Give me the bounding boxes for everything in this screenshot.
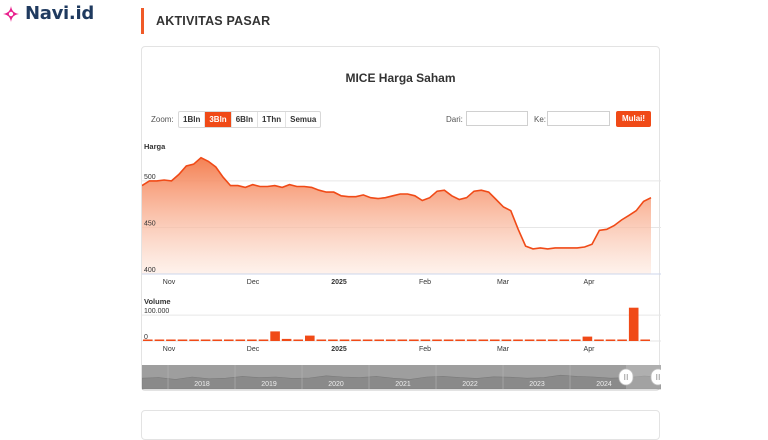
price-x-tick-label: Mar <box>497 279 510 286</box>
volume-bar <box>640 339 650 341</box>
volume-bar <box>293 339 303 341</box>
volume-bar <box>362 339 373 341</box>
volume-bar <box>455 339 465 341</box>
volume-bar <box>339 339 350 341</box>
volume-bar <box>351 339 361 341</box>
navigator-year-label: 2019 <box>261 381 277 388</box>
volume-bar <box>177 339 188 341</box>
volume-bar <box>397 339 408 341</box>
navigator-year-label: 2018 <box>194 381 210 388</box>
price-area-fill <box>142 157 651 274</box>
navigator-year-label: 2020 <box>328 381 344 388</box>
market-chart-card: MICE Harga Saham Zoom: 1Bln 3Bln 6Bln 1T… <box>141 46 661 392</box>
price-x-tick-label: Apr <box>584 279 596 286</box>
volume-bar <box>628 307 639 341</box>
volume-bar <box>247 339 257 341</box>
navigator-year-label: 2023 <box>529 381 545 388</box>
volume-bar <box>559 339 570 341</box>
section-title: AKTIVITAS PASAR <box>141 8 270 34</box>
volume-bar <box>582 336 593 341</box>
volume-bar <box>513 339 523 341</box>
volume-x-tick-label: Apr <box>584 346 596 353</box>
price-axis-title: Harga <box>144 142 166 151</box>
volume-bar <box>258 339 269 341</box>
volume-bar <box>466 339 477 341</box>
volume-bar <box>235 339 246 341</box>
price-tick-label: 500 <box>144 174 156 181</box>
navigator-left-handle[interactable] <box>618 368 634 386</box>
volume-bar <box>443 339 454 341</box>
volume-x-tick-label: 2025 <box>331 346 347 353</box>
volume-bar <box>154 339 165 341</box>
volume-bar <box>571 339 581 341</box>
volume-bar <box>617 339 627 341</box>
volume-bar <box>490 339 500 341</box>
price-x-tick-label: 2025 <box>331 279 347 286</box>
price-x-tick-label: Nov <box>163 279 176 286</box>
volume-bar <box>594 339 604 341</box>
volume-bar <box>420 339 431 341</box>
navigator-year-label: 2021 <box>395 381 411 388</box>
volume-bar <box>200 339 211 341</box>
volume-bar <box>328 339 338 341</box>
navigator-year-label: 2024 <box>596 381 612 388</box>
brand-logo[interactable]: Navi.id <box>2 3 94 24</box>
volume-bar <box>281 338 292 341</box>
volume-bar <box>501 339 512 341</box>
volume-tick-label: 0 <box>144 334 148 341</box>
next-card <box>141 410 660 440</box>
volume-bar <box>432 339 442 341</box>
volume-bar <box>305 335 315 341</box>
volume-x-tick-label: Mar <box>497 346 510 353</box>
volume-bar <box>270 331 280 341</box>
volume-bar <box>212 339 222 341</box>
volume-bar <box>374 339 384 341</box>
volume-bar <box>189 339 199 341</box>
volume-x-tick-label: Dec <box>247 346 260 353</box>
price-tick-label: 450 <box>144 220 156 227</box>
price-tick-label: 400 <box>144 267 156 274</box>
volume-x-tick-label: Nov <box>163 346 176 353</box>
volume-bar <box>478 339 489 341</box>
brand-name: Navi.id <box>25 3 94 24</box>
navigator-bar[interactable]: 2018 2019 2020 2021 2022 2023 2024 <box>142 365 661 390</box>
volume-bar <box>547 339 558 341</box>
volume-bar <box>166 339 176 341</box>
volume-bar <box>409 339 419 341</box>
volume-bar <box>524 339 535 341</box>
volume-bar <box>605 339 616 341</box>
navigator-year-label: 2022 <box>462 381 478 388</box>
price-x-tick-label: Feb <box>419 279 431 286</box>
stock-chart[interactable]: Harga 400 450 500 Nov Dec 2025 Feb Mar Apr Volu… <box>142 47 661 392</box>
volume-tick-label: 100.000 <box>144 308 169 315</box>
volume-bar <box>224 339 234 341</box>
price-x-tick-label: Dec <box>247 279 260 286</box>
volume-bar <box>316 339 327 341</box>
volume-x-tick-label: Feb <box>419 346 431 353</box>
volume-axis-title: Volume <box>144 297 171 306</box>
volume-bar <box>536 339 546 341</box>
sparkle-icon <box>3 5 19 22</box>
volume-bar <box>385 339 396 341</box>
